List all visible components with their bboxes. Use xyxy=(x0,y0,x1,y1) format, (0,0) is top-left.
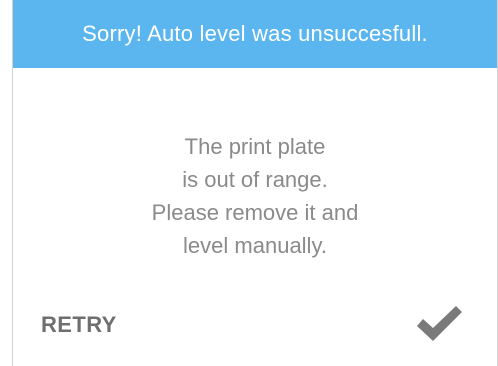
dialog-message: The print plate is out of range. Please … xyxy=(13,130,497,262)
message-line: Please remove it and xyxy=(151,200,359,225)
retry-button[interactable]: RETRY xyxy=(41,312,117,338)
confirm-button[interactable] xyxy=(411,296,467,346)
error-dialog: Sorry! Auto level was unsuccesfull. The … xyxy=(12,0,498,366)
dialog-title: Sorry! Auto level was unsuccesfull. xyxy=(82,21,428,46)
checkmark-icon xyxy=(417,306,462,341)
dialog-header: Sorry! Auto level was unsuccesfull. xyxy=(13,0,497,68)
message-line: is out of range. xyxy=(182,167,328,192)
message-line: level manually. xyxy=(183,233,327,258)
message-line: The print plate xyxy=(184,134,326,159)
